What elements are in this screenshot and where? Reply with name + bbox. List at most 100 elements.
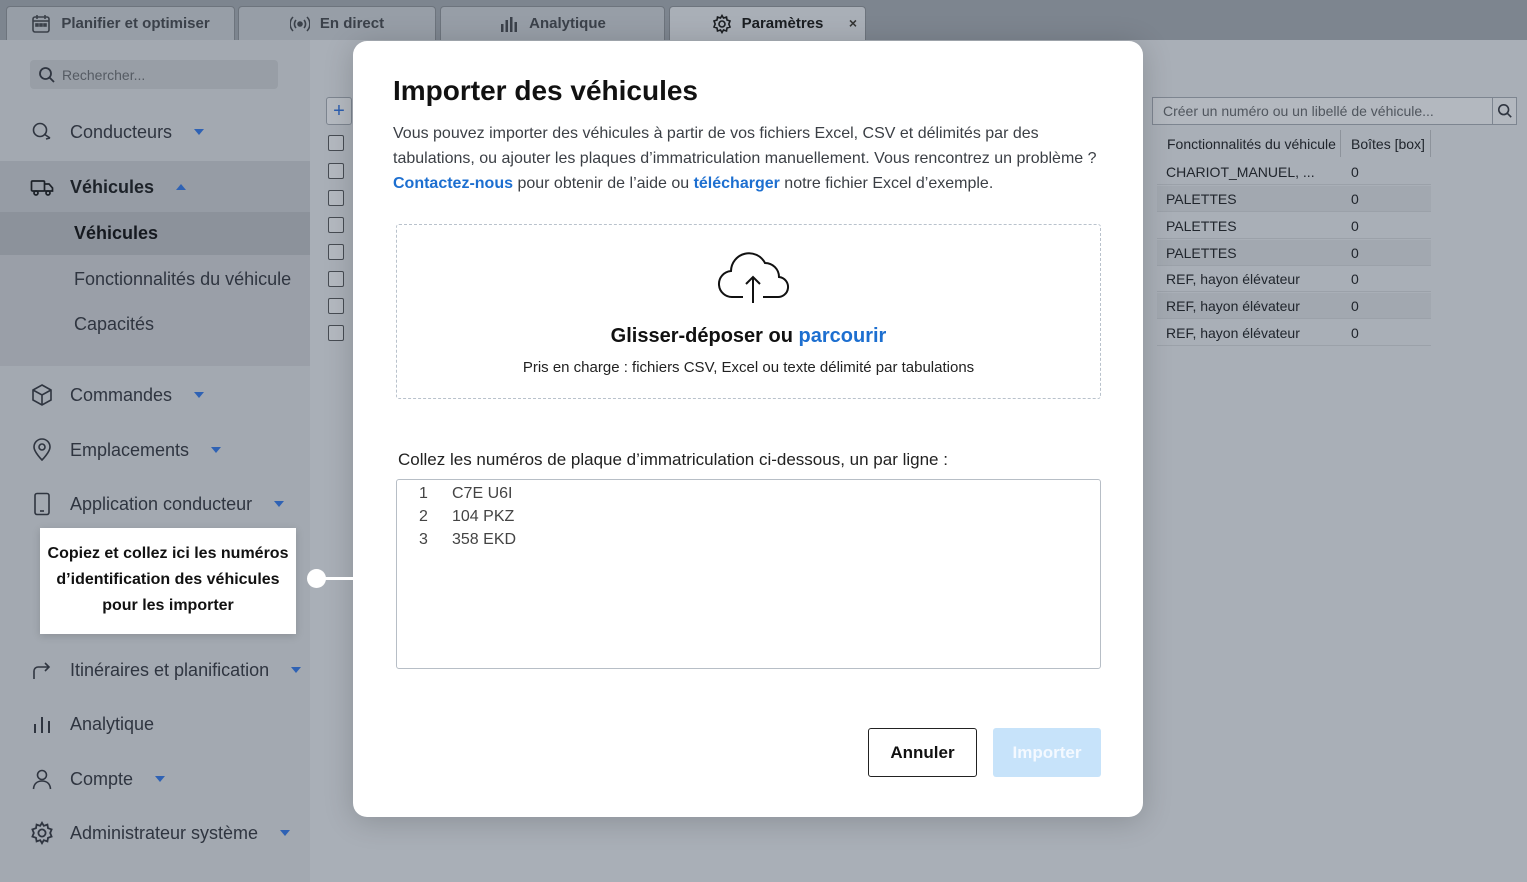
- browse-link[interactable]: parcourir: [799, 325, 887, 347]
- gear-icon: [712, 13, 731, 34]
- plates-textarea[interactable]: 1 C7E U6I 2 104 PKZ 3 358 EKD: [396, 479, 1101, 669]
- phone-icon: [34, 492, 50, 516]
- gear-icon: [31, 821, 53, 845]
- tab-planifier[interactable]: Planifier et optimiser: [6, 6, 235, 40]
- import-button[interactable]: Importer: [993, 728, 1101, 777]
- table-cell: REF, hayon élévateur: [1166, 298, 1300, 314]
- table-cell: REF, hayon élévateur: [1166, 271, 1300, 287]
- row-checkbox[interactable]: [328, 271, 344, 287]
- table-cell: 0: [1351, 245, 1359, 261]
- top-tab-bar: Planifier et optimiser En direct Analyti…: [0, 0, 1527, 40]
- sidebar-item-label: Véhicules: [70, 176, 155, 197]
- chevron-down-icon: [155, 776, 166, 782]
- table-cell: REF, hayon élévateur: [1166, 325, 1300, 341]
- search-icon: [39, 66, 55, 83]
- contact-link[interactable]: Contactez-nous: [393, 175, 513, 192]
- search-placeholder: Rechercher...: [62, 66, 146, 83]
- tab-en-direct[interactable]: En direct: [238, 6, 436, 40]
- row-checkbox[interactable]: [328, 163, 344, 179]
- vehicle-search-input[interactable]: Créer un numéro ou un libellé de véhicul…: [1152, 97, 1517, 125]
- tab-analytique[interactable]: Analytique: [440, 6, 665, 40]
- sidebar-item-compte[interactable]: Compte: [0, 759, 310, 799]
- sub-item-vehicules[interactable]: Véhicules: [74, 223, 158, 244]
- dropzone-supported-formats: Pris en charge : fichiers CSV, Excel ou …: [522, 359, 975, 376]
- line-number: 3: [419, 531, 428, 548]
- location-pin-icon: [33, 438, 51, 462]
- row-checkbox[interactable]: [328, 325, 344, 341]
- table-cell: 0: [1351, 218, 1359, 234]
- table-row[interactable]: PALETTES 0: [1157, 240, 1431, 266]
- sidebar-item-label: Itinéraires et planification: [70, 659, 270, 680]
- sidebar-item-emplacements[interactable]: Emplacements: [0, 430, 310, 470]
- sidebar-item-label: Commandes: [70, 384, 173, 405]
- calendar-icon: [32, 14, 51, 33]
- desc-text: notre fichier Excel d’exemple.: [779, 175, 994, 192]
- sidebar-item-label: Administrateur système: [70, 822, 259, 843]
- dropzone-text: Glisser-déposer ou: [610, 325, 799, 347]
- sidebar-item-commandes[interactable]: Commandes: [0, 375, 310, 415]
- search-button[interactable]: [1492, 98, 1516, 124]
- sidebar-item-label: Compte: [70, 768, 134, 789]
- row-checkbox[interactable]: [328, 190, 344, 206]
- chevron-up-icon: [176, 184, 187, 190]
- table-row[interactable]: PALETTES 0: [1157, 186, 1431, 212]
- table-cell: 0: [1351, 191, 1359, 207]
- download-link[interactable]: télécharger: [694, 175, 780, 192]
- sub-item-fonctionnalites[interactable]: Fonctionnalités du véhicule: [74, 269, 291, 290]
- desc-text: Vous pouvez importer des véhicules à par…: [393, 125, 1097, 167]
- column-header-fonctionnalites[interactable]: Fonctionnalités du véhicule: [1157, 130, 1341, 157]
- row-checkbox[interactable]: [328, 244, 344, 260]
- plate-value: 104 PKZ: [452, 508, 515, 525]
- paste-label: Collez les numéros de plaque d’immatricu…: [398, 450, 948, 469]
- sidebar: Rechercher... Conducteurs Véhicules Véhi…: [0, 40, 310, 882]
- plate-line: 1 C7E U6I: [419, 485, 512, 503]
- sub-item-capacites[interactable]: Capacités: [74, 314, 154, 335]
- sidebar-item-label: Conducteurs: [70, 121, 173, 142]
- table-cell: CHARIOT_MANUEL, ...: [1166, 164, 1315, 180]
- table-cell: 0: [1351, 325, 1359, 341]
- sidebar-item-label: Emplacements: [70, 439, 190, 460]
- table-cell: PALETTES: [1166, 191, 1237, 207]
- table-cell: PALETTES: [1166, 218, 1237, 234]
- chevron-down-icon: [211, 447, 222, 453]
- chevron-down-icon: [194, 392, 205, 398]
- vehicle-search-placeholder: Créer un numéro ou un libellé de véhicul…: [1163, 103, 1434, 119]
- sidebar-item-conducteurs[interactable]: Conducteurs: [0, 112, 310, 152]
- bar-chart-icon: [34, 717, 50, 733]
- cloud-upload-icon: [718, 252, 789, 303]
- table-row[interactable]: REF, hayon élévateur 0: [1157, 293, 1431, 319]
- row-checkbox[interactable]: [328, 298, 344, 314]
- file-dropzone[interactable]: Glisser-déposer ou parcourir Pris en cha…: [396, 224, 1101, 399]
- bar-chart-icon: [501, 16, 518, 32]
- sidebar-item-administrateur[interactable]: Administrateur système: [0, 813, 310, 853]
- row-checkbox[interactable]: [328, 135, 344, 151]
- tab-label: Planifier et optimiser: [61, 15, 210, 32]
- table-row[interactable]: PALETTES 0: [1157, 213, 1431, 239]
- dropzone-main-text: Glisser-déposer ou parcourir: [397, 325, 1100, 348]
- sidebar-item-vehicules[interactable]: Véhicules: [0, 161, 310, 213]
- add-vehicle-button[interactable]: +: [326, 97, 352, 125]
- row-checkbox[interactable]: [328, 217, 344, 233]
- sidebar-item-application-conducteur[interactable]: Application conducteur: [0, 484, 310, 524]
- table-cell: PALETTES: [1166, 245, 1237, 261]
- modal-description: Vous pouvez importer des véhicules à par…: [393, 121, 1113, 196]
- truck-icon: [30, 180, 54, 196]
- sidebar-search-input[interactable]: Rechercher...: [30, 60, 278, 89]
- chevron-down-icon: [194, 129, 205, 135]
- cancel-button[interactable]: Annuler: [868, 728, 977, 777]
- table-row[interactable]: REF, hayon élévateur 0: [1157, 266, 1431, 292]
- chevron-down-icon: [291, 667, 302, 673]
- modal-title: Importer des véhicules: [393, 75, 699, 106]
- table-row[interactable]: REF, hayon élévateur 0: [1157, 320, 1431, 346]
- package-icon: [32, 384, 52, 406]
- table-row[interactable]: CHARIOT_MANUEL, ... 0: [1157, 159, 1431, 185]
- vehicules-submenu: Véhicules Fonctionnalités du véhicule Ca…: [0, 212, 310, 366]
- close-tab-icon[interactable]: ×: [849, 15, 857, 31]
- table-cell: 0: [1351, 298, 1359, 314]
- chevron-down-icon: [274, 501, 285, 507]
- sidebar-item-itineraires[interactable]: Itinéraires et planification: [0, 650, 310, 690]
- tab-parametres[interactable]: Paramètres ×: [669, 6, 866, 40]
- sidebar-item-analytique[interactable]: Analytique: [0, 704, 310, 744]
- line-number: 2: [419, 508, 428, 525]
- column-header-boites[interactable]: Boîtes [box]: [1341, 130, 1431, 157]
